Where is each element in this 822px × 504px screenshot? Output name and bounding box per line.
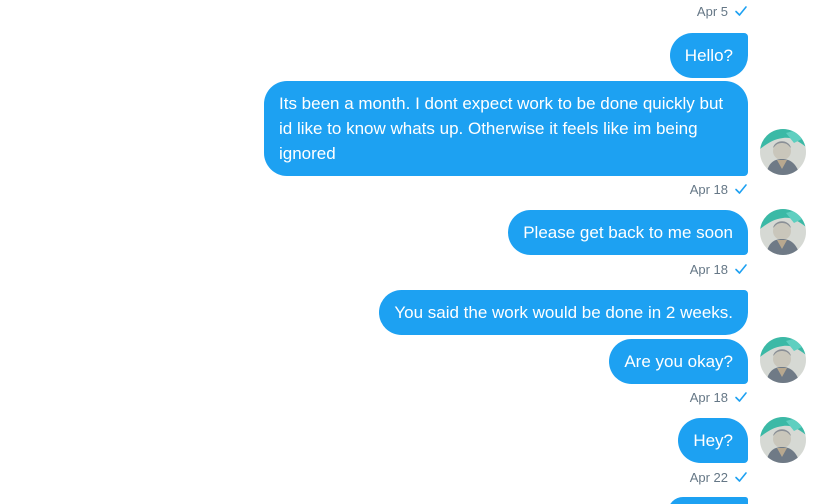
message-timestamp: Apr 18 — [690, 387, 748, 407]
message-bubble[interactable]: Hey? — [678, 418, 748, 463]
message-text: Hello? — [684, 46, 733, 65]
message-bubble[interactable]: You said the work would be done in 2 wee… — [379, 290, 748, 335]
check-icon — [735, 184, 747, 194]
message-bubble-partial[interactable] — [668, 497, 748, 504]
message-bubble[interactable]: Its been a month. I dont expect work to … — [264, 81, 748, 176]
avatar-image — [760, 417, 806, 463]
check-icon — [735, 392, 747, 402]
avatar-image — [760, 209, 806, 255]
timestamp-label: Apr 18 — [689, 389, 728, 405]
message-timestamp: Apr 18 — [690, 179, 748, 199]
dm-conversation-view: Apr 5 Hello? Its been a month. I dont ex… — [0, 0, 822, 504]
avatar-image — [760, 337, 806, 383]
user-avatar[interactable] — [760, 129, 806, 175]
message-timestamp: Apr 5 — [697, 1, 748, 21]
timestamp-label: Apr 22 — [689, 469, 728, 485]
timestamp-label: Apr 5 — [696, 3, 728, 19]
message-timestamp: Apr 18 — [690, 259, 748, 279]
message-text: Its been a month. I dont expect work to … — [279, 94, 724, 163]
message-bubble[interactable]: Hello? — [669, 33, 748, 78]
message-timestamp: Apr 22 — [690, 467, 748, 487]
check-icon — [735, 6, 747, 16]
timestamp-label: Apr 18 — [689, 181, 728, 197]
check-icon — [735, 264, 747, 274]
timestamp-label: Apr 18 — [689, 261, 728, 277]
user-avatar[interactable] — [760, 209, 806, 255]
check-icon — [735, 472, 747, 482]
message-bubble[interactable]: Please get back to me soon — [508, 210, 748, 255]
message-bubble[interactable]: Are you okay? — [609, 339, 748, 384]
user-avatar[interactable] — [760, 417, 806, 463]
message-text: Are you okay? — [624, 352, 733, 371]
avatar-image — [760, 129, 806, 175]
user-avatar[interactable] — [760, 337, 806, 383]
message-text: You said the work would be done in 2 wee… — [394, 303, 733, 322]
message-text: Please get back to me soon — [523, 223, 733, 242]
message-text: Hey? — [693, 431, 733, 450]
